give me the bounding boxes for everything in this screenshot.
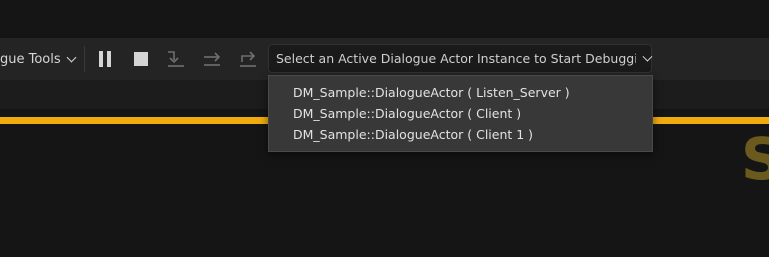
step-into-button[interactable] — [165, 48, 187, 70]
pause-button[interactable] — [94, 48, 116, 70]
stop-button[interactable] — [130, 48, 152, 70]
dialogue-editor-window: gue Tools Select an Active Dialogue Acto… — [0, 0, 769, 257]
step-over-button[interactable] — [201, 48, 223, 70]
debug-instance-select[interactable]: Select an Active Dialogue Actor Instance… — [268, 44, 653, 73]
chevron-down-icon — [642, 51, 653, 62]
dropdown-item[interactable]: DM_Sample::DialogueActor ( Listen_Server… — [269, 82, 652, 103]
dropdown-item[interactable]: DM_Sample::DialogueActor ( Client 1 ) — [269, 124, 652, 145]
debug-instance-dropdown-list: DM_Sample::DialogueActor ( Listen_Server… — [268, 75, 653, 152]
step-out-icon — [240, 51, 256, 67]
pause-icon — [99, 51, 111, 67]
step-into-icon — [168, 51, 184, 67]
debug-instance-select-text: Select an Active Dialogue Actor Instance… — [276, 51, 637, 66]
stop-icon — [134, 52, 148, 66]
tab-strip — [0, 0, 769, 38]
dialogue-tools-menu[interactable]: gue Tools — [0, 49, 77, 69]
graph-title-fragment: S — [741, 125, 769, 193]
chevron-down-icon — [66, 52, 77, 62]
dialogue-tools-label: gue Tools — [0, 51, 61, 67]
dropdown-item[interactable]: DM_Sample::DialogueActor ( Client ) — [269, 103, 652, 124]
toolbar-divider — [84, 46, 85, 72]
step-out-button[interactable] — [237, 48, 259, 70]
step-over-icon — [204, 52, 221, 66]
